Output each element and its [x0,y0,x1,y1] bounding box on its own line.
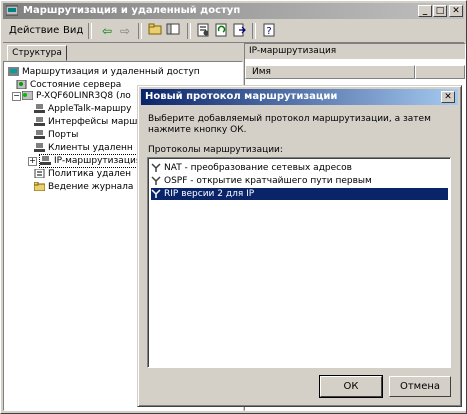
tree-node-ip-routing[interactable]: IP-маршрутизация [38,154,143,168]
protocol-list-label: Протоколы маршрутизации: [148,145,283,155]
tree-node-remote-policy[interactable]: Политика удален [34,168,131,180]
maximize-button[interactable]: □ [433,5,447,17]
tree-node-logging[interactable]: Ведение журнала [34,181,133,193]
ip-routing-icon [40,156,51,165]
menu-view[interactable]: Вид [63,25,83,36]
tab-strip: Структура [3,43,239,61]
close-button[interactable]: ✕ [449,5,463,17]
tree-expander-server[interactable]: − [12,92,21,101]
tree-expander-ip-routing[interactable]: + [28,157,37,166]
dialog-instruction: Выберите добавляемый протокол маршрутиза… [148,114,431,135]
protocol-icon [151,189,161,198]
dialog-title-bar[interactable]: Новый протокол маршрутизации ✕ [141,89,458,105]
folder-icon [34,182,45,191]
export-icon[interactable] [231,23,247,39]
toolbar-separator [252,23,256,39]
column-header-extra[interactable] [415,65,465,79]
routing-root-icon [8,67,19,76]
up-folder-icon[interactable] [147,23,163,39]
toolbar-separator [187,23,191,39]
policy-icon [34,169,45,178]
protocol-item-ospf[interactable]: OSPF - открытие кратчайшего пути первым [151,175,448,187]
protocol-item-rip[interactable]: RIP версии 2 для IP [151,188,448,200]
tree-node-ports[interactable]: Порты [34,129,78,141]
toolbar-separator [138,23,142,39]
protocol-icon [151,176,161,185]
tree-toggle-icon[interactable] [165,23,181,39]
tree-node-root[interactable]: Маршрутизация и удаленный доступ [8,66,200,78]
new-routing-protocol-dialog: Новый протокол маршрутизации ✕ Выберите … [137,85,462,407]
tree-node-interfaces[interactable]: Интерфейсы маршру [34,116,148,128]
server-status-icon [16,80,27,89]
ports-icon [34,130,45,139]
dialog-close-button[interactable]: ✕ [441,91,455,103]
routing-app-icon [6,5,18,16]
refresh-icon[interactable] [213,23,229,39]
column-header-name[interactable]: Имя [245,65,415,79]
svg-text:?: ? [266,26,271,37]
help-icon[interactable]: ? [261,23,277,39]
interfaces-icon [34,117,45,126]
remote-clients-icon [34,143,45,152]
minimize-button[interactable]: _ [418,5,432,17]
tab-structure[interactable]: Структура [7,45,67,61]
protocol-item-nat[interactable]: NAT - преобразование сетевых адресов [151,162,448,174]
dialog-title: Новый протокол маршрутизации [145,91,338,102]
protocol-list[interactable]: NAT - преобразование сетевых адресов OSP… [147,157,451,368]
back-arrow-icon[interactable]: ⇦ [99,23,115,39]
network-icon [34,104,45,113]
window-title: Маршрутизация и удаленный доступ [23,5,241,16]
tree-node-appletalk[interactable]: AppleTalk-маршру [34,103,131,115]
menu-action[interactable]: Действие [9,25,59,36]
ok-button[interactable]: ОК [319,375,383,398]
properties-icon[interactable] [195,23,211,39]
tree-node-remote-clients[interactable]: Клиенты удаленн [34,142,133,154]
cancel-button[interactable]: Отмена [389,376,451,397]
toolbar-separator [88,23,92,39]
main-window: Маршрутизация и удаленный доступ _ □ ✕ Д… [0,0,467,414]
tree-node-server[interactable]: P-XQF60LINR3Q8 (ло [22,90,131,102]
server-icon [22,91,33,100]
details-header: IP-маршрутизация [245,44,465,59]
menu-toolbar-bar: Действие Вид ⇦ ⇨ ? [3,20,464,43]
forward-arrow-icon[interactable]: ⇨ [117,23,133,39]
protocol-icon [151,163,161,172]
title-bar[interactable]: Маршрутизация и удаленный доступ _ □ ✕ [3,3,464,19]
